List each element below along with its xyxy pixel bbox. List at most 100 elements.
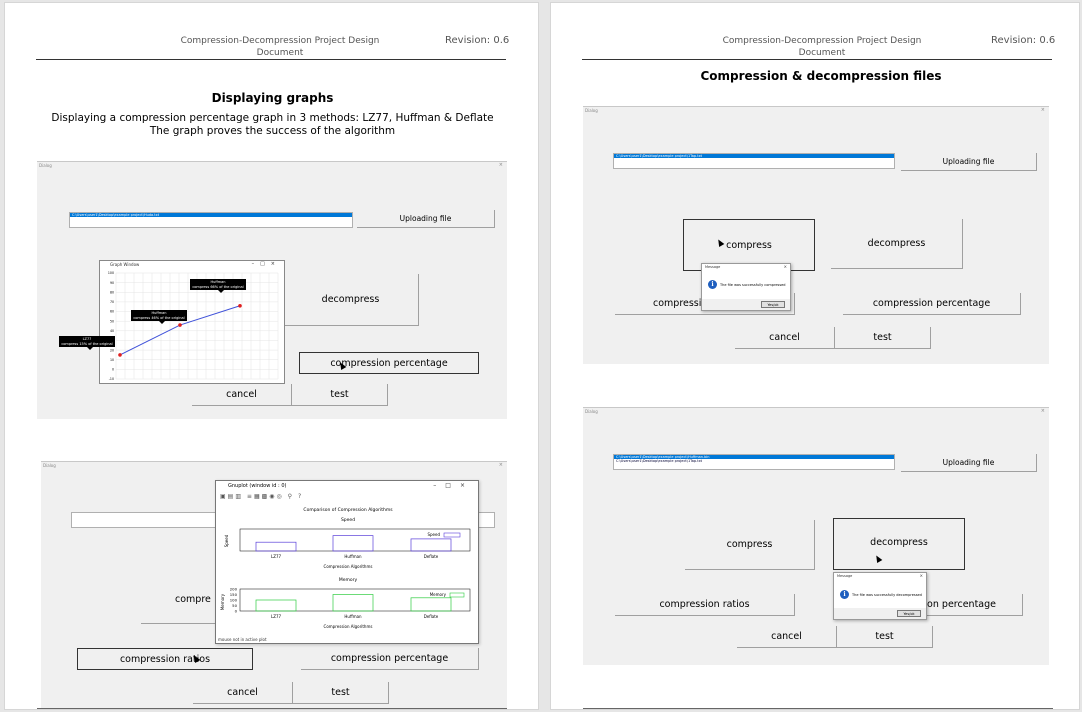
memory-bar [255,599,297,612]
close-icon[interactable]: × [1041,408,1045,414]
compression-percentage-button[interactable]: compression percentage [301,648,479,670]
test-button[interactable]: test [292,384,388,406]
test-button[interactable]: test [835,327,931,349]
memory-y-tick: 200 [230,586,238,591]
speed-xlabel: Compression Algorithms [324,564,373,569]
speed-x-tick: Huffman [344,554,362,559]
callout-desc: compress 46% of the original [133,315,185,320]
y-tick-label: 100 [108,271,114,275]
speed-bar [410,538,452,552]
gnuplot-status: mouse not in active plot [218,637,267,642]
speed-bar [332,535,374,552]
callout-desc: compress 15% of the original [61,341,113,346]
y-tick-label: 60 [110,310,114,314]
data-point [178,323,182,327]
test-button[interactable]: test [293,682,389,704]
compression-percentage-button[interactable]: compression percentage [843,293,1021,315]
section-heading: Displaying graphs [211,91,334,105]
document-page-right: Compression-Decompression Project Design… [550,2,1080,710]
message-text: The file was successfully decompressed [852,593,922,597]
y-tick-label: 20 [110,348,114,352]
gnuplot-chart: Comparison of Compression Algorithms Spee… [220,507,471,629]
header-title: Compression-Decompression Project Design… [722,36,922,58]
memory-x-tick: Deflate [424,614,439,619]
decompress-button[interactable]: decompress [831,219,963,269]
compress-button[interactable]: compress [685,520,815,570]
footer-rule [583,708,1053,709]
decompress-button[interactable]: decompress [833,518,965,570]
dialog-title: Dialog [585,409,598,414]
data-point [238,303,242,308]
speed-bar [255,541,297,552]
gnuplot-window: Gnuplot (window id : 0) –□× ▣▤▥ ≡▦▩◉◎ ⚲ … [215,480,479,644]
dialog-title: Dialog [39,163,52,168]
dialog-screenshot-compress: Dialog × C:\Users\user1\Desktop\example … [583,106,1049,364]
speed-x-tick: LZ77 [271,554,282,559]
chart-title: Comparison of Compression Algorithms [303,507,393,513]
file-path-input[interactable]: C:\Users\user1\Desktop\example project\H… [69,212,353,228]
document-page-left: Compression-Decompression Project Design… [4,2,539,710]
y-tick-label: 0 [112,368,114,372]
dialog-title: Dialog [585,108,598,113]
close-icon[interactable]: × [784,264,787,269]
compression-ratios-button[interactable]: compression ratios [77,648,253,670]
close-icon[interactable]: × [1041,107,1045,113]
y-tick-label: 80 [110,290,114,294]
y-tick-label: 40 [110,329,114,333]
callout-huffman-2: Huffman compress 66% of the original [190,279,246,293]
y-tick-label: 50 [110,319,114,323]
y-tick-label: 10 [110,358,114,362]
ok-button[interactable]: Yes/ok [761,301,785,308]
speed-x-tick: Deflate [424,554,439,559]
memory-ylabel: Memory [220,593,225,610]
callout-lz77: LZ77 compress 15% of the original [59,336,115,350]
dialog-screenshot-decompress: Dialog × C:\Users\user1\Desktop\example … [583,407,1049,665]
message-title: Message [705,265,721,269]
dialog-title: Dialog [43,463,56,468]
message-title: Message [837,574,853,578]
cancel-button[interactable]: cancel [192,384,292,406]
memory-bar [332,594,374,612]
y-tick-label: 90 [110,281,114,285]
compression-ratios-button[interactable]: compression ratios [615,594,795,616]
cancel-button[interactable]: cancel [737,626,837,648]
memory-y-tick: 150 [230,592,238,597]
header-revision: Revision: 0.6 [445,35,510,46]
decompress-button[interactable]: decompress [283,274,419,326]
memory-x-tick: LZ77 [271,614,282,619]
cancel-button[interactable]: cancel [735,327,835,349]
info-icon: i [840,590,849,599]
ok-button[interactable]: Yes/ok [897,610,921,617]
memory-x-tick: Huffman [344,614,362,619]
section-paragraph-line1: Displaying a compression percentage grap… [51,112,494,124]
close-icon[interactable]: × [499,462,503,468]
close-icon[interactable]: × [920,573,923,578]
memory-y-tick: 100 [230,597,238,602]
close-icon[interactable]: × [499,162,503,168]
memory-y-tick: 50 [232,603,237,608]
file-path-input[interactable]: C:\Users\user1\Desktop\example project\H… [613,454,895,470]
callout-desc: compress 66% of the original [192,284,244,289]
uploading-file-button[interactable]: Uploading file [357,210,495,228]
y-tick-label: -10 [109,377,114,381]
y-tick-label: 70 [110,300,114,304]
uploading-file-button[interactable]: Uploading file [901,153,1037,171]
memory-bar [410,597,452,612]
header-title: Compression-Decompression Project Design… [180,36,380,58]
header-rule [582,59,1052,60]
memory-y-tick: 0 [235,608,238,613]
file-path-selected: C:\Users\user1\Desktop\example project\H… [70,213,352,217]
compression-percentage-button[interactable]: compression percentage [299,352,479,374]
file-path-selected: C:\Users\user1\Desktop\example project\1… [614,154,894,158]
speed-ylabel: Speed [224,534,229,547]
header-rule [36,59,506,60]
message-text: The file was successfully compressed [720,283,786,287]
cancel-button[interactable]: cancel [193,682,293,704]
memory-legend: Memory [430,592,447,597]
callout-huffman-1: Huffman compress 46% of the original [131,310,187,324]
message-box: Message × i The file was successfully de… [833,572,927,620]
data-point [118,353,122,357]
uploading-file-button[interactable]: Uploading file [901,454,1037,472]
test-button[interactable]: test [837,626,933,648]
file-path-input[interactable]: C:\Users\user1\Desktop\example project\1… [613,153,895,169]
